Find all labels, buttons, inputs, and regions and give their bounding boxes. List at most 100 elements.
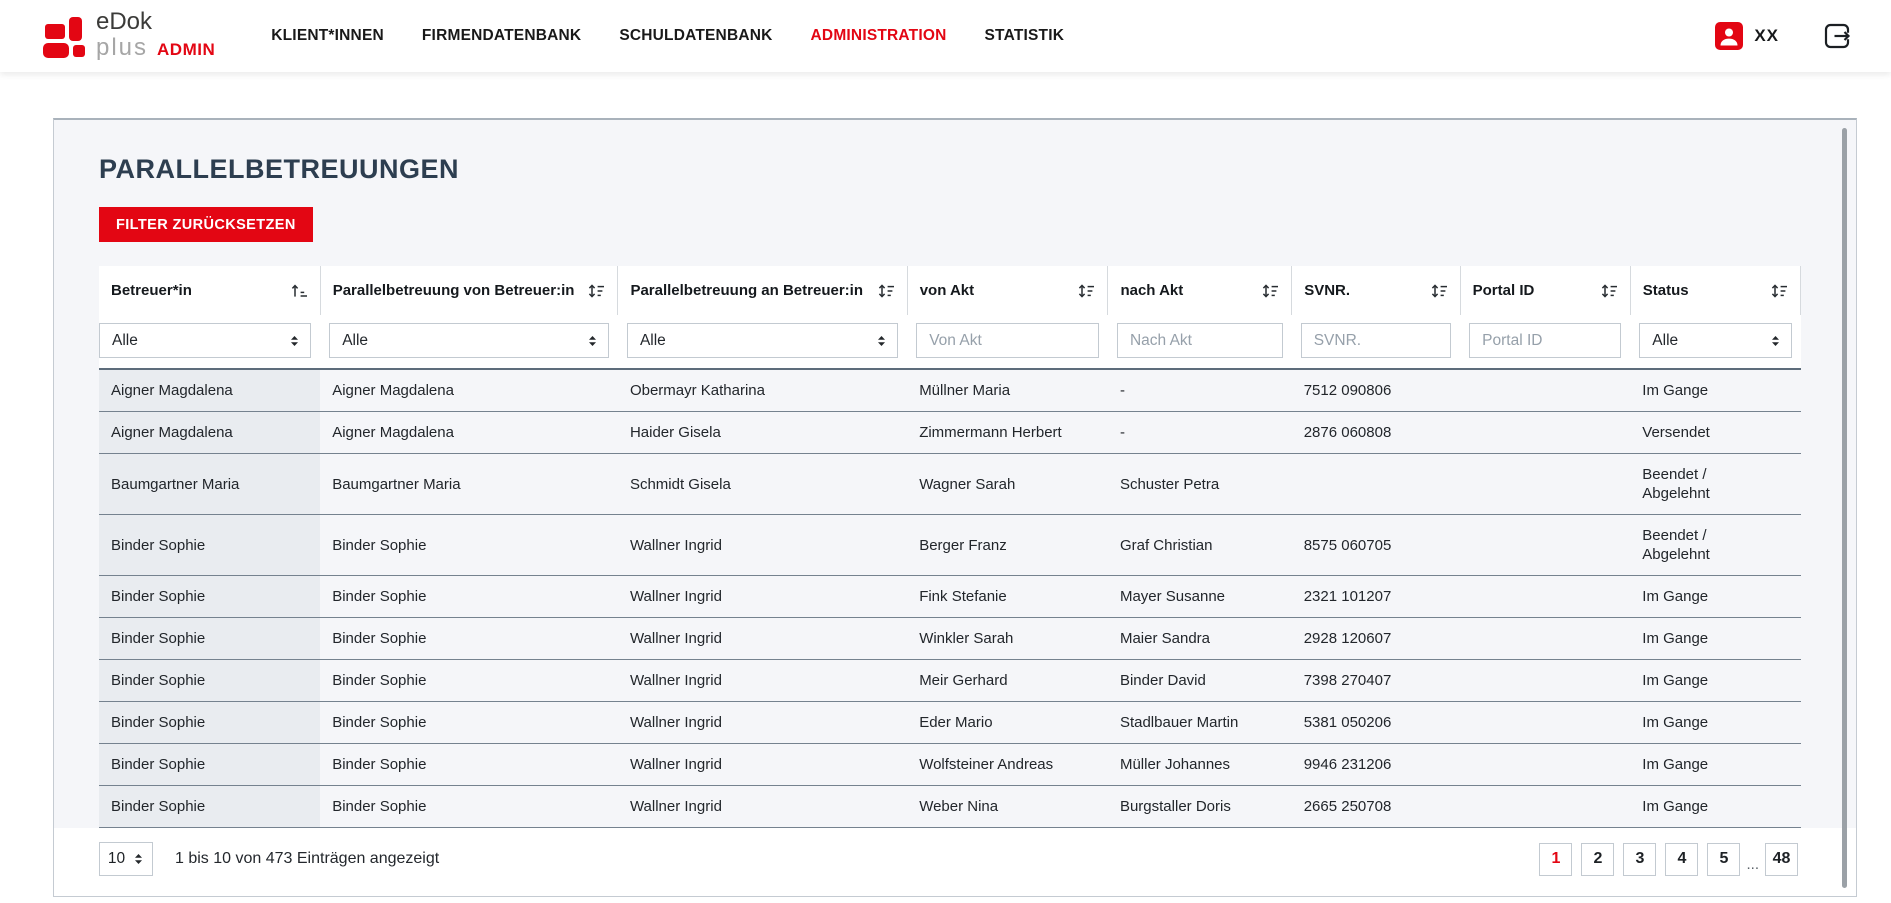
pagination-page-5[interactable]: 5 bbox=[1707, 843, 1740, 876]
brand-logo[interactable]: eDok plus ADMIN bbox=[43, 10, 215, 63]
cell-status: Versendet bbox=[1630, 412, 1800, 454]
cell-parallel-von: Binder Sophie bbox=[320, 702, 618, 744]
cell-portal-id bbox=[1460, 618, 1630, 660]
column-header-von-akt[interactable]: von Akt bbox=[907, 266, 1108, 315]
cell-status: Im Gange bbox=[1630, 786, 1800, 828]
nav-item-firmendatenbank[interactable]: FIRMENDATENBANK bbox=[422, 27, 581, 45]
cell-nach-akt: Stadlbauer Martin bbox=[1108, 702, 1292, 744]
column-label: Parallelbetreuung von Betreuer:in bbox=[333, 282, 575, 299]
cell-betreuer: Binder Sophie bbox=[99, 660, 320, 702]
nav-item-administration[interactable]: ADMINISTRATION bbox=[811, 27, 947, 45]
pagination-page-48[interactable]: 48 bbox=[1765, 843, 1798, 876]
select-caret-icon bbox=[876, 335, 887, 347]
pagination-page-3[interactable]: 3 bbox=[1623, 843, 1656, 876]
filter-select-parallel-an[interactable]: Alle bbox=[627, 323, 898, 358]
sort-icon bbox=[1078, 284, 1095, 298]
page-size-select[interactable]: 10 bbox=[99, 842, 153, 876]
cell-svnr: 8575 060705 bbox=[1292, 515, 1460, 576]
column-header-portal-id[interactable]: Portal ID bbox=[1460, 266, 1630, 315]
select-caret-icon bbox=[1770, 335, 1781, 347]
table-row: Aigner MagdalenaAigner MagdalenaObermayr… bbox=[99, 369, 1801, 412]
entries-info: 1 bis 10 von 473 Einträgen angezeigt bbox=[175, 850, 439, 868]
cell-parallel-von: Binder Sophie bbox=[320, 660, 618, 702]
filter-select-status[interactable]: Alle bbox=[1639, 323, 1791, 358]
filter-input-svnr[interactable] bbox=[1301, 323, 1451, 358]
cell-betreuer: Binder Sophie bbox=[99, 702, 320, 744]
logout-button[interactable] bbox=[1823, 22, 1851, 50]
table-row: Binder SophieBinder SophieWallner Ingrid… bbox=[99, 744, 1801, 786]
cell-svnr: 2876 060808 bbox=[1292, 412, 1460, 454]
cell-portal-id bbox=[1460, 744, 1630, 786]
page-title: PARALLELBETREUUNGEN bbox=[99, 154, 1811, 185]
cell-betreuer: Binder Sophie bbox=[99, 744, 320, 786]
cell-status: Beendet / Abgelehnt bbox=[1630, 454, 1800, 515]
cell-betreuer: Aigner Magdalena bbox=[99, 412, 320, 454]
cell-svnr: 7398 270407 bbox=[1292, 660, 1460, 702]
cell-nach-akt: Mayer Susanne bbox=[1108, 576, 1292, 618]
table-filter-row: Alle Alle Alle Alle bbox=[99, 315, 1801, 369]
cell-nach-akt: Müller Johannes bbox=[1108, 744, 1292, 786]
cell-parallel-von: Aigner Magdalena bbox=[320, 412, 618, 454]
column-header-status[interactable]: Status bbox=[1630, 266, 1800, 315]
cell-svnr: 2321 101207 bbox=[1292, 576, 1460, 618]
cell-portal-id bbox=[1460, 786, 1630, 828]
cell-parallel-an: Haider Gisela bbox=[618, 412, 907, 454]
reset-filter-button[interactable]: FILTER ZURÜCKSETZEN bbox=[99, 207, 313, 242]
filter-select-parallel-von-value: Alle bbox=[342, 332, 587, 350]
cell-betreuer: Aigner Magdalena bbox=[99, 369, 320, 412]
pagination-page-4[interactable]: 4 bbox=[1665, 843, 1698, 876]
filter-select-betreuer[interactable]: Alle bbox=[99, 323, 311, 358]
cell-parallel-an: Wallner Ingrid bbox=[618, 702, 907, 744]
nav-item-schuldatenbank[interactable]: SCHULDATENBANK bbox=[619, 27, 772, 45]
filter-input-nach-akt[interactable] bbox=[1117, 323, 1283, 358]
table-footer: 10 1 bis 10 von 473 Einträgen angezeigt … bbox=[54, 828, 1856, 896]
cell-von-akt: Zimmermann Herbert bbox=[907, 412, 1108, 454]
cell-portal-id bbox=[1460, 576, 1630, 618]
column-header-parallelbetreuung-an-betreuer-in[interactable]: Parallelbetreuung an Betreuer:in bbox=[618, 266, 907, 315]
cell-von-akt: Berger Franz bbox=[907, 515, 1108, 576]
cell-betreuer: Binder Sophie bbox=[99, 786, 320, 828]
vertical-scrollbar[interactable] bbox=[1842, 128, 1847, 888]
table-row: Binder SophieBinder SophieWallner Ingrid… bbox=[99, 786, 1801, 828]
cell-portal-id bbox=[1460, 412, 1630, 454]
cell-parallel-von: Binder Sophie bbox=[320, 786, 618, 828]
cell-von-akt: Fink Stefanie bbox=[907, 576, 1108, 618]
cell-parallel-an: Wallner Ingrid bbox=[618, 618, 907, 660]
nav-item-statistik[interactable]: STATISTIK bbox=[985, 27, 1065, 45]
pagination-ellipsis: ... bbox=[1746, 856, 1759, 876]
filter-input-von-akt[interactable] bbox=[916, 323, 1099, 358]
column-label: von Akt bbox=[920, 282, 974, 299]
table-row: Aigner MagdalenaAigner MagdalenaHaider G… bbox=[99, 412, 1801, 454]
cell-parallel-von: Baumgartner Maria bbox=[320, 454, 618, 515]
nav-item-klient-innen[interactable]: KLIENT*INNEN bbox=[271, 27, 384, 45]
column-header-parallelbetreuung-von-betreuer-in[interactable]: Parallelbetreuung von Betreuer:in bbox=[320, 266, 618, 315]
page-size-value: 10 bbox=[108, 850, 125, 868]
cell-betreuer: Baumgartner Maria bbox=[99, 454, 320, 515]
column-label: nach Akt bbox=[1120, 282, 1183, 299]
brand-name-bottom: plus bbox=[96, 34, 148, 61]
column-header-betreuer-in[interactable]: Betreuer*in bbox=[99, 266, 320, 315]
cell-von-akt: Müllner Maria bbox=[907, 369, 1108, 412]
column-header-nach-akt[interactable]: nach Akt bbox=[1108, 266, 1292, 315]
pagination-page-1[interactable]: 1 bbox=[1539, 843, 1572, 876]
cell-parallel-von: Binder Sophie bbox=[320, 618, 618, 660]
sort-icon bbox=[1262, 284, 1279, 298]
cell-betreuer: Binder Sophie bbox=[99, 618, 320, 660]
user-menu[interactable]: XX bbox=[1715, 22, 1779, 50]
cell-von-akt: Wolfsteiner Andreas bbox=[907, 744, 1108, 786]
cell-parallel-von: Binder Sophie bbox=[320, 744, 618, 786]
pagination-page-2[interactable]: 2 bbox=[1581, 843, 1614, 876]
table-row: Binder SophieBinder SophieWallner Ingrid… bbox=[99, 576, 1801, 618]
cell-svnr: 7512 090806 bbox=[1292, 369, 1460, 412]
user-initials: XX bbox=[1754, 26, 1779, 46]
sort-ascending-icon bbox=[291, 284, 308, 298]
filter-input-portal-id[interactable] bbox=[1469, 323, 1621, 358]
column-header-svnr[interactable]: SVNR. bbox=[1292, 266, 1460, 315]
cell-nach-akt: Burgstaller Doris bbox=[1108, 786, 1292, 828]
cell-von-akt: Wagner Sarah bbox=[907, 454, 1108, 515]
filter-select-parallel-von[interactable]: Alle bbox=[329, 323, 609, 358]
column-label: Parallelbetreuung an Betreuer:in bbox=[630, 282, 863, 299]
cell-portal-id bbox=[1460, 515, 1630, 576]
brand-text: eDok plus ADMIN bbox=[96, 10, 215, 63]
content-card: PARALLELBETREUUNGEN FILTER ZURÜCKSETZEN … bbox=[53, 118, 1857, 897]
